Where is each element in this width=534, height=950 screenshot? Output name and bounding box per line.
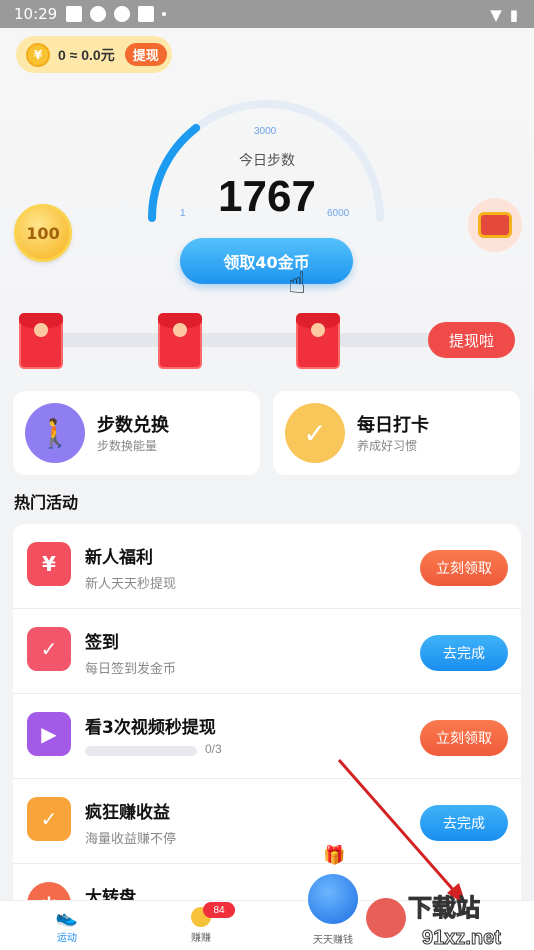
watermark-logo: 下载站 91xz.net	[366, 894, 502, 950]
activity-subtitle: 新人天天秒提现	[85, 577, 177, 592]
status-time: 10:29	[14, 5, 58, 23]
nav-label: 赚赚	[191, 933, 211, 944]
card-subtitle: 养成好习惯	[357, 439, 418, 453]
system-icons: ▼ ▮	[490, 6, 518, 24]
notification-icon	[66, 6, 82, 22]
ball-icon[interactable]	[308, 874, 358, 924]
gift-icon: 🎁	[323, 845, 346, 866]
notification-icons	[66, 6, 166, 22]
coin-balance[interactable]: ¥ 0 ≈ 0.0元 提现	[16, 36, 172, 73]
section-title: 热门活动	[14, 493, 79, 512]
checkbox-icon: ✓	[27, 797, 71, 841]
watermark-brand: 下载站	[408, 894, 480, 922]
card-step-exchange[interactable]: 🚶 步数兑换 步数换能量	[13, 391, 260, 475]
calendar-check-icon: ✓	[285, 403, 345, 463]
activity-subtitle: 海量收益赚不停	[85, 832, 177, 847]
today-steps-label: 今日步数	[239, 153, 295, 169]
go-complete-button[interactable]: 去完成	[420, 635, 508, 671]
shoe-icon: 👟	[55, 906, 79, 928]
claim-now-button[interactable]: 立刻领取	[420, 550, 508, 586]
video-progress-bar	[85, 746, 197, 756]
treasure-chest-icon[interactable]	[468, 198, 522, 252]
gauge-tick-mid: 3000	[254, 126, 277, 137]
nav-exercise[interactable]: 👟 运动	[22, 905, 112, 945]
claim-coins-button[interactable]: 领取40金币	[180, 238, 353, 284]
coin-100-value: 100	[26, 223, 60, 243]
red-envelope-icon[interactable]	[296, 313, 340, 369]
pointing-hand-icon: ☝	[288, 266, 307, 301]
card-daily-checkin[interactable]: ✓ 每日打卡 养成好习惯	[273, 391, 520, 475]
video-progress-text: 0/3	[205, 742, 222, 756]
red-envelope-icon[interactable]	[19, 313, 63, 369]
coin-balance-text: 0 ≈ 0.0元	[58, 46, 115, 63]
coin-100-bubble[interactable]: 100	[14, 204, 72, 262]
red-envelope-icon[interactable]	[158, 313, 202, 369]
list-item: ¥ 新人福利 新人天天秒提现 立刻领取	[13, 524, 521, 609]
square-icon	[138, 6, 154, 22]
activity-title: 疯狂赚收益	[85, 803, 170, 823]
video-bag-icon: ▶	[27, 712, 71, 756]
claim-now-button[interactable]: 立刻领取	[420, 720, 508, 756]
status-bar: 10:29 ▼ ▮	[0, 0, 534, 28]
sync-icon	[114, 6, 130, 22]
activity-title: 看3次视频秒提现	[85, 718, 216, 738]
card-title: 步数兑换	[97, 415, 169, 436]
watermark-domain: 91xz.net	[422, 927, 501, 949]
nav-label: 天天赚钱	[313, 935, 353, 946]
withdraw-button[interactable]: 提现	[124, 43, 167, 66]
progress-track	[24, 333, 494, 347]
walking-person-icon: 🚶	[25, 403, 85, 463]
activity-subtitle: 每日签到发金币	[85, 662, 177, 677]
calendar-check-icon: ✓	[27, 627, 71, 671]
withdraw-now-button[interactable]: 提现啦	[428, 322, 515, 358]
list-item: ✓ 疯狂赚收益 海量收益赚不停 去完成	[13, 779, 521, 864]
nav-label: 运动	[57, 933, 77, 944]
yen-coin-icon: ¥	[26, 42, 50, 67]
list-item: ✓ 签到 每日签到发金币 去完成	[13, 609, 521, 694]
dot-icon	[162, 12, 166, 16]
go-complete-button[interactable]: 去完成	[420, 805, 508, 841]
activity-title: 签到	[85, 633, 119, 653]
step-count: 1767	[218, 172, 316, 221]
sync-icon	[90, 6, 106, 22]
red-envelope-icon: ¥	[27, 542, 71, 586]
list-item: ▶ 看3次视频秒提现 0/3 立刻领取	[13, 694, 521, 779]
card-title: 每日打卡	[357, 415, 429, 436]
activity-title: 新人福利	[85, 548, 153, 568]
nav-badge: 84	[203, 902, 235, 918]
card-subtitle: 步数换能量	[97, 439, 158, 453]
wifi-icon: ▼	[490, 6, 502, 24]
battery-icon: ▮	[509, 6, 518, 24]
activity-list: ¥ 新人福利 新人天天秒提现 立刻领取 ✓ 签到 每日签到发金币 去完成 ▶ 看…	[13, 524, 521, 924]
